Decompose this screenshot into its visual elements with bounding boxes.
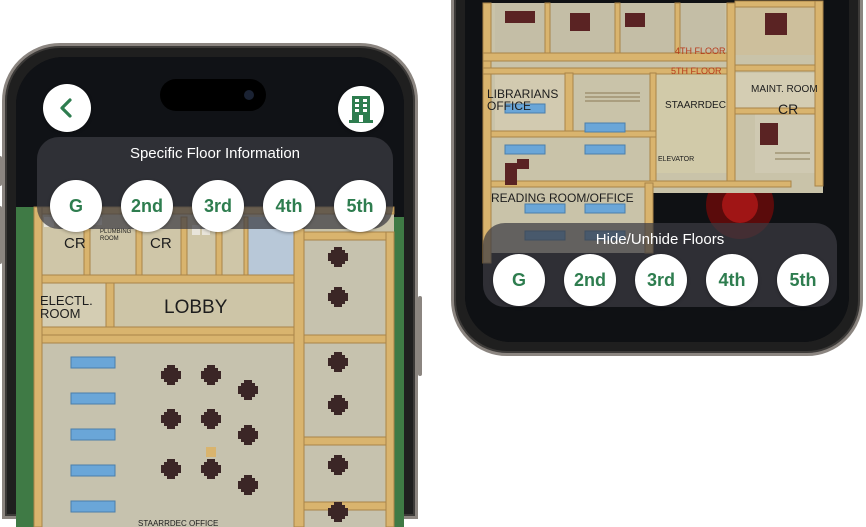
- floor-toggle-2nd[interactable]: 2nd: [564, 254, 616, 306]
- floor-toggle-g[interactable]: G: [493, 254, 545, 306]
- building-button[interactable]: [338, 86, 384, 132]
- map-label-electrical-room: ELECTL. ROOM: [40, 293, 93, 321]
- back-button[interactable]: [43, 84, 91, 132]
- right-phone-frame: 4TH FLOOR 5TH FLOOR LIBRARIANS OFFICE ST…: [451, 0, 863, 356]
- left-phone-side-button: [0, 156, 2, 186]
- map-label-cr: CR: [150, 235, 172, 252]
- floor-button-2nd[interactable]: 2nd: [121, 180, 173, 232]
- panel-title: Specific Floor Information: [129, 145, 301, 162]
- floor-button-g[interactable]: G: [50, 180, 102, 232]
- map-label-cr: CR: [778, 101, 799, 117]
- left-phone-side-button: [0, 206, 2, 264]
- map-label-cr: CR: [64, 235, 86, 252]
- left-phone-screen: CR PLUMBING ROOM CR ELECTL. ROOM LOBBY S…: [16, 57, 404, 527]
- left-phone-side-button: [418, 296, 422, 376]
- left-phone-frame: CR PLUMBING ROOM CR ELECTL. ROOM LOBBY S…: [0, 43, 422, 527]
- right-phone-screen: 4TH FLOOR 5TH FLOOR LIBRARIANS OFFICE ST…: [465, 0, 849, 342]
- dynamic-island: [160, 79, 266, 111]
- map-label-lobby: LOBBY: [164, 297, 228, 318]
- floor-toggle-5th[interactable]: 5th: [777, 254, 829, 306]
- map-label-elevator: ELEVATOR: [658, 156, 695, 163]
- map-label-staarrdec: STAARRDEC: [665, 100, 726, 111]
- panel-title: Hide/Unhide Floors: [595, 231, 725, 248]
- floor-button-5th[interactable]: 5th: [334, 180, 386, 232]
- map-label-4th-floor: 4TH FLOOR: [675, 46, 726, 56]
- map-label-librarians-office: LIBRARIANS OFFICE: [487, 87, 559, 113]
- floor-toggle-3rd[interactable]: 3rd: [635, 254, 687, 306]
- map-label-plumbing-room: PLUMBING ROOM: [100, 229, 132, 242]
- camera-dot: [244, 90, 254, 100]
- map-label-maint-room: MAINT. ROOM: [751, 84, 818, 95]
- floor-button-3rd[interactable]: 3rd: [192, 180, 244, 232]
- map-label-staarrdec-office: STAARRDEC OFFICE: [138, 519, 219, 527]
- map-label-5th-floor: 5TH FLOOR: [671, 66, 722, 76]
- chevron-left-icon: [56, 97, 78, 119]
- building-icon: [349, 95, 373, 123]
- map-label-reading-room: READING ROOM/OFFICE: [491, 191, 634, 205]
- floor-button-4th[interactable]: 4th: [263, 180, 315, 232]
- floor-toggle-4th[interactable]: 4th: [706, 254, 758, 306]
